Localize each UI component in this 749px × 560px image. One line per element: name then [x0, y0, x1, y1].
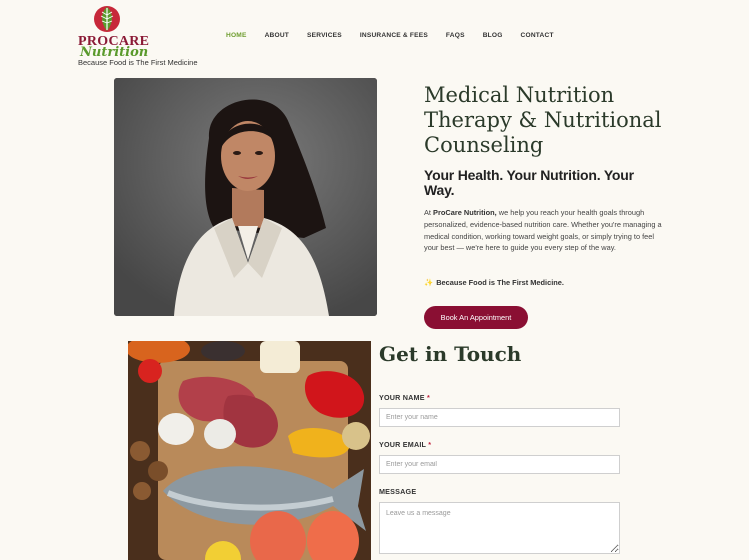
hero-body-brand: ProCare Nutrition, [433, 208, 497, 217]
sparkle-icon: ✨ [424, 278, 434, 287]
name-label: YOUR NAME * [379, 393, 430, 402]
nav-item-blog[interactable]: BLOG [483, 32, 503, 39]
email-label-text: YOUR EMAIL [379, 440, 426, 449]
nav-item-home[interactable]: HOME [226, 32, 247, 39]
dietitian-portrait-photo [114, 78, 377, 316]
hero-title: Medical Nutrition Therapy & Nutritional … [424, 83, 662, 157]
required-mark: * [426, 393, 430, 402]
hero-quote: ✨ Because Food is The First Medicine. [424, 278, 564, 287]
nav-item-insurance-fees[interactable]: INSURANCE & FEES [360, 32, 428, 39]
email-label: YOUR EMAIL * [379, 440, 431, 449]
hero-body-intro: At [424, 208, 434, 217]
healthy-food-photo [128, 341, 371, 560]
main-nav: HOME ABOUT SERVICES INSURANCE & FEES FAQ… [226, 32, 572, 39]
nav-item-services[interactable]: SERVICES [307, 32, 342, 39]
leaf-tomato-logo-icon [94, 6, 120, 32]
hero-description: At ProCare Nutrition, we help you reach … [424, 207, 664, 254]
message-label: MESSAGE [379, 487, 417, 496]
name-label-text: YOUR NAME [379, 393, 425, 402]
message-field[interactable] [379, 502, 620, 554]
hero-quote-text: Because Food is The First Medicine. [436, 278, 564, 287]
nav-item-about[interactable]: ABOUT [265, 32, 289, 39]
contact-title: Get in Touch [379, 342, 522, 366]
nav-item-contact[interactable]: CONTACT [521, 32, 554, 39]
name-field[interactable] [379, 408, 620, 427]
brand-tagline: Because Food is The First Medicine [78, 58, 198, 67]
food-illustration [128, 341, 371, 560]
email-field[interactable] [379, 455, 620, 474]
required-mark: * [428, 440, 432, 449]
site-header: PROCARE Nutrition Because Food is The Fi… [0, 0, 749, 70]
nav-item-faqs[interactable]: FAQS [446, 32, 465, 39]
book-appointment-button[interactable]: Book An Appointment [424, 306, 528, 329]
hero-subtitle: Your Health. Your Nutrition. Your Way. [424, 167, 634, 198]
portrait-illustration [114, 78, 377, 316]
